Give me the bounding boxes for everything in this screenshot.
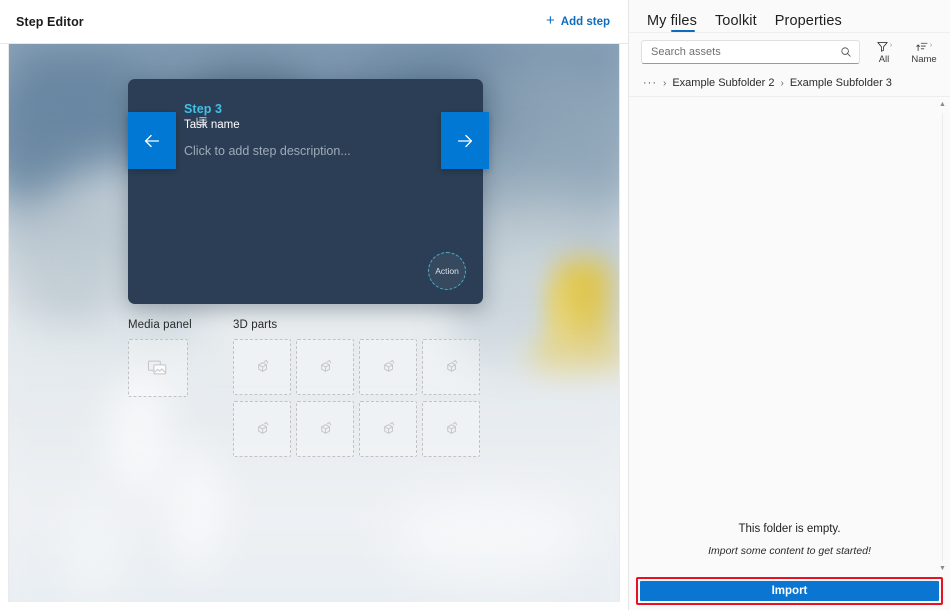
cube-icon — [253, 358, 272, 376]
action-button[interactable]: Action — [428, 252, 466, 290]
empty-state-subtitle: Import some content to get started! — [708, 545, 871, 557]
step-card[interactable]: Step 3 Task name Click to add step descr… — [128, 79, 483, 304]
part-slot[interactable] — [422, 339, 480, 395]
filter-chevron: › — [890, 40, 892, 52]
file-list: ▲ ▼ This folder is empty. Import some co… — [629, 96, 950, 577]
breadcrumb-ellipsis[interactable]: ··· — [643, 77, 657, 89]
part-slot[interactable] — [233, 401, 291, 457]
list-icon — [196, 115, 209, 128]
breadcrumb-item-1[interactable]: Example Subfolder 2 — [672, 77, 774, 89]
cube-icon — [253, 420, 272, 438]
add-step-label: Add step — [561, 16, 610, 28]
previous-step-button[interactable] — [128, 112, 176, 169]
import-button[interactable]: Import — [640, 581, 939, 601]
tab-properties[interactable]: Properties — [775, 13, 842, 32]
sort-label: Name — [911, 54, 936, 65]
cube-icon — [442, 420, 461, 438]
arrow-left-icon — [141, 130, 163, 152]
step-editor-header: Step Editor + Add step — [0, 0, 628, 44]
parts-grid — [233, 339, 480, 457]
caret-up-icon[interactable]: ▲ — [939, 101, 946, 109]
search-box[interactable] — [641, 40, 860, 64]
cube-icon — [379, 358, 398, 376]
part-slot[interactable] — [233, 339, 291, 395]
import-button-highlight: Import — [636, 577, 943, 605]
sort-button[interactable]: › Name — [908, 38, 940, 65]
image-stack-icon — [147, 358, 169, 378]
arrow-right-icon — [454, 130, 476, 152]
next-step-button[interactable] — [441, 112, 489, 169]
sort-chevron: › — [930, 40, 932, 52]
tab-my-files[interactable]: My files — [647, 13, 697, 32]
step-preview-stage: Step 3 Task name Click to add step descr… — [8, 44, 620, 602]
media-panel-group: Media panel — [128, 319, 233, 457]
sort-icon — [916, 40, 929, 53]
parts-group: 3D parts — [233, 319, 480, 457]
cube-icon — [379, 420, 398, 438]
cube-icon — [442, 358, 461, 376]
part-slot[interactable] — [296, 401, 354, 457]
part-slot[interactable] — [359, 401, 417, 457]
parts-label: 3D parts — [233, 319, 480, 331]
part-slot[interactable] — [296, 339, 354, 395]
panel-tabs: My files Toolkit Properties — [629, 0, 950, 32]
part-slot[interactable] — [422, 401, 480, 457]
search-input[interactable] — [651, 46, 840, 58]
filter-label: All — [879, 54, 890, 65]
media-panel-slot[interactable] — [128, 339, 188, 397]
filter-button[interactable]: › All — [868, 38, 900, 65]
breadcrumb-item-2[interactable]: Example Subfolder 3 — [790, 77, 892, 89]
step-card-header: Step 3 Task name — [128, 79, 483, 132]
tab-toolkit[interactable]: Toolkit — [715, 13, 757, 32]
plus-icon: + — [546, 13, 555, 28]
add-step-button[interactable]: + Add step — [542, 11, 614, 32]
breadcrumb: ··· › Example Subfolder 2 › Example Subf… — [629, 70, 950, 96]
action-label: Action — [435, 266, 459, 276]
filter-icon — [876, 40, 889, 53]
step-number-label: Step 3 — [184, 102, 240, 116]
part-slot[interactable] — [359, 339, 417, 395]
files-panel: My files Toolkit Properties › — [629, 0, 950, 610]
breadcrumb-separator: › — [663, 78, 666, 89]
page-title: Step Editor — [16, 15, 84, 29]
scrollbar-track[interactable] — [942, 113, 943, 561]
empty-state-title: This folder is empty. — [738, 523, 840, 535]
caret-down-icon[interactable]: ▼ — [939, 565, 946, 573]
files-toolbar: › All › Name — [629, 32, 950, 70]
step-editor-pane: Step Editor + Add step — [0, 0, 629, 610]
step-description-input[interactable]: Click to add step description... — [184, 144, 351, 158]
search-icon — [840, 46, 852, 58]
app-root: Step Editor + Add step — [0, 0, 950, 610]
assets-row: Media panel 3D parts — [128, 319, 480, 457]
breadcrumb-separator: › — [780, 78, 783, 89]
file-list-scrollbar[interactable]: ▲ ▼ — [937, 101, 948, 573]
cube-icon — [316, 420, 335, 438]
media-panel-label: Media panel — [128, 319, 233, 331]
task-name-label[interactable]: Task name — [184, 118, 240, 132]
cube-icon — [316, 358, 335, 376]
